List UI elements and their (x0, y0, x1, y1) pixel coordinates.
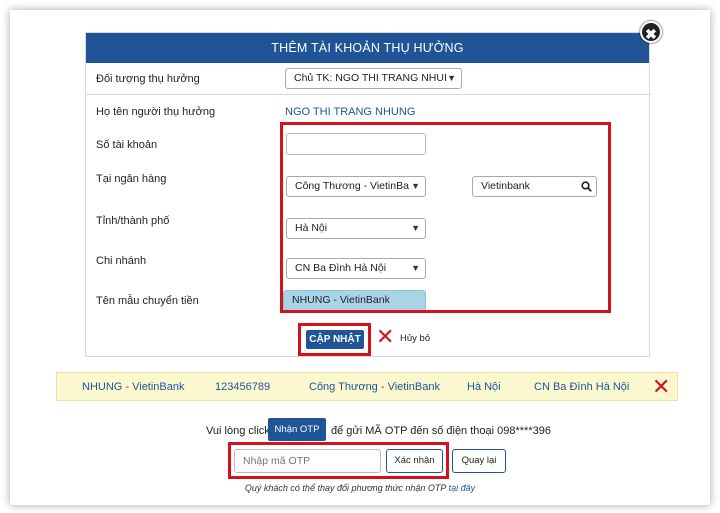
saved-bank: Công Thương - VietinBank (309, 381, 440, 393)
branch-label: Chi nhánh (96, 255, 147, 267)
cancel-x-icon[interactable]: ✕ (376, 326, 394, 348)
note-text: Quý khách có thể thay đổi phương thức nh… (244, 483, 447, 493)
delete-row-icon[interactable]: ✕ (652, 376, 670, 398)
cancel-label[interactable]: Hủy bỏ (400, 333, 430, 344)
otp-prompt-after: để gửi MÃ OTP đến số điện thoại 098****3… (331, 425, 551, 437)
beneficiary-name-label: Họ tên người thụ hưởng (96, 106, 216, 118)
beneficiary-type-select[interactable]: Chủ TK: NGO THI TRANG NHUI ▼ (285, 68, 462, 89)
otp-input[interactable] (234, 449, 381, 473)
saved-account: 123456789 (215, 381, 271, 393)
otp-prompt-before: Vui lòng click (206, 425, 270, 437)
beneficiary-name-value: NGO THI TRANG NHUNG (285, 106, 416, 118)
template-label: Tên mẫu chuyển tiền (96, 295, 199, 307)
close-icon[interactable]: ✖ (640, 21, 662, 43)
account-number-label: Số tài khoản (96, 139, 158, 151)
province-label: Tỉnh/thành phố (96, 215, 170, 227)
otp-method-note: Quý khách có thể thay đổi phương thức nh… (0, 483, 720, 493)
saved-template: NHUNG - VietinBank (82, 381, 185, 393)
get-otp-button[interactable]: Nhận OTP (268, 418, 326, 441)
bank-label: Tại ngân hàng (96, 173, 167, 185)
beneficiary-type-label: Đối tượng thụ hưởng (96, 73, 200, 85)
saved-province: Hà Nội (467, 381, 501, 393)
chevron-down-icon: ▼ (447, 73, 456, 83)
panel-title: THÊM TÀI KHOẢN THỤ HƯỞNG (86, 33, 649, 63)
confirm-button[interactable]: Xác nhận (386, 449, 443, 473)
saved-branch: CN Ba Đình Hà Nội (534, 381, 630, 393)
row-divider (86, 94, 651, 95)
update-button[interactable]: CẬP NHẬT (304, 328, 366, 351)
highlight-box (280, 122, 611, 313)
change-otp-method-link[interactable]: tại đây (449, 483, 476, 493)
saved-beneficiary-row: NHUNG - VietinBank 123456789 Công Thương… (56, 372, 678, 401)
beneficiary-type-value: Chủ TK: NGO THI TRANG NHUI (294, 72, 447, 84)
back-button[interactable]: Quay lại (452, 449, 506, 473)
